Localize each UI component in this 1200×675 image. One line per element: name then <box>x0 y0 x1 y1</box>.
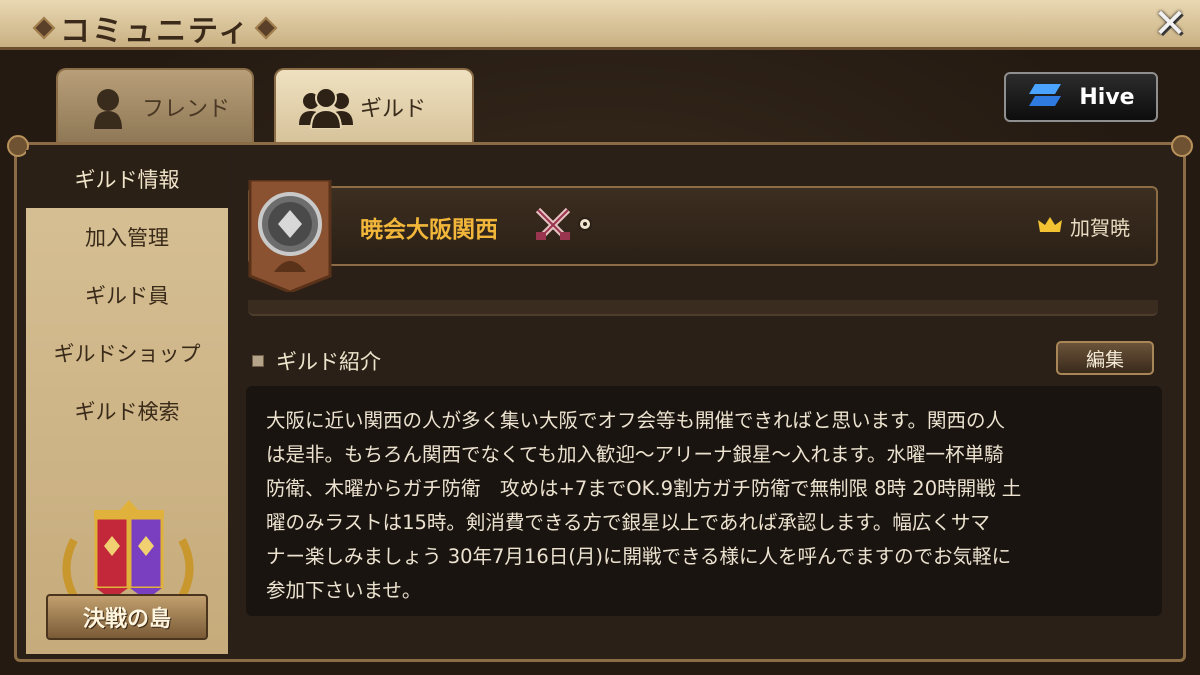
window-title-group: コミュニティ <box>32 6 278 50</box>
tab-guild-label: ギルド <box>360 97 427 122</box>
guild-leader: 加賀暁 <box>1038 212 1130 241</box>
crossed-swords-icon <box>534 206 572 246</box>
sidebar-item-guild-info[interactable]: ギルド情報 <box>26 150 228 208</box>
bullet-icon <box>252 355 264 367</box>
tab-friend-label: フレンド <box>142 97 231 122</box>
single-person-icon <box>80 84 136 130</box>
decisive-island-button[interactable]: 決戦の島 <box>46 594 208 640</box>
sidebar: ギルド情報 加入管理 ギルド員 ギルドショップ ギルド検索 決戦の島 <box>26 150 228 654</box>
sidebar-item-guild-shop[interactable]: ギルドショップ <box>26 324 228 382</box>
intro-text: 大阪に近い関西の人が多く集い大阪でオフ会等も開催できればと思います。関西の人 は… <box>266 409 1022 602</box>
sidebar-item-members[interactable]: ギルド員 <box>26 266 228 324</box>
sidebar-item-guild-search[interactable]: ギルド検索 <box>26 382 228 440</box>
tab-friend[interactable]: フレンド <box>56 68 254 144</box>
window-title: コミュニティ <box>60 14 251 49</box>
intro-title: ギルド紹介 <box>276 350 381 374</box>
guild-emblem <box>244 178 336 294</box>
status-dot-icon <box>578 217 592 231</box>
intro-text-box: 大阪に近い関西の人が多く集い大阪でオフ会等も開催できればと思います。関西の人 は… <box>246 386 1162 616</box>
tab-guild[interactable]: ギルド <box>274 68 474 144</box>
title-bar: コミュニティ ✕ <box>0 0 1200 50</box>
close-button[interactable]: ✕ <box>1150 4 1190 44</box>
hive-button[interactable]: Hive <box>1004 72 1158 122</box>
crown-icon <box>1038 216 1062 238</box>
guild-name: 暁会大阪関西 <box>360 217 498 243</box>
group-people-icon <box>298 84 354 130</box>
intro-header: ギルド紹介 <box>252 346 381 376</box>
edit-button[interactable]: 編集 <box>1056 341 1154 375</box>
sidebar-item-membership[interactable]: 加入管理 <box>26 208 228 266</box>
frame-corner-ornament <box>1171 135 1193 157</box>
diamond-ornament-icon <box>254 16 278 40</box>
decisive-island-widget[interactable]: 決戦の島 <box>46 500 210 650</box>
diamond-ornament-icon <box>32 16 56 40</box>
hive-logo-icon <box>1027 84 1063 110</box>
guild-leader-name: 加賀暁 <box>1070 216 1130 240</box>
hive-label: Hive <box>1079 84 1135 110</box>
header-divider <box>248 300 1158 316</box>
